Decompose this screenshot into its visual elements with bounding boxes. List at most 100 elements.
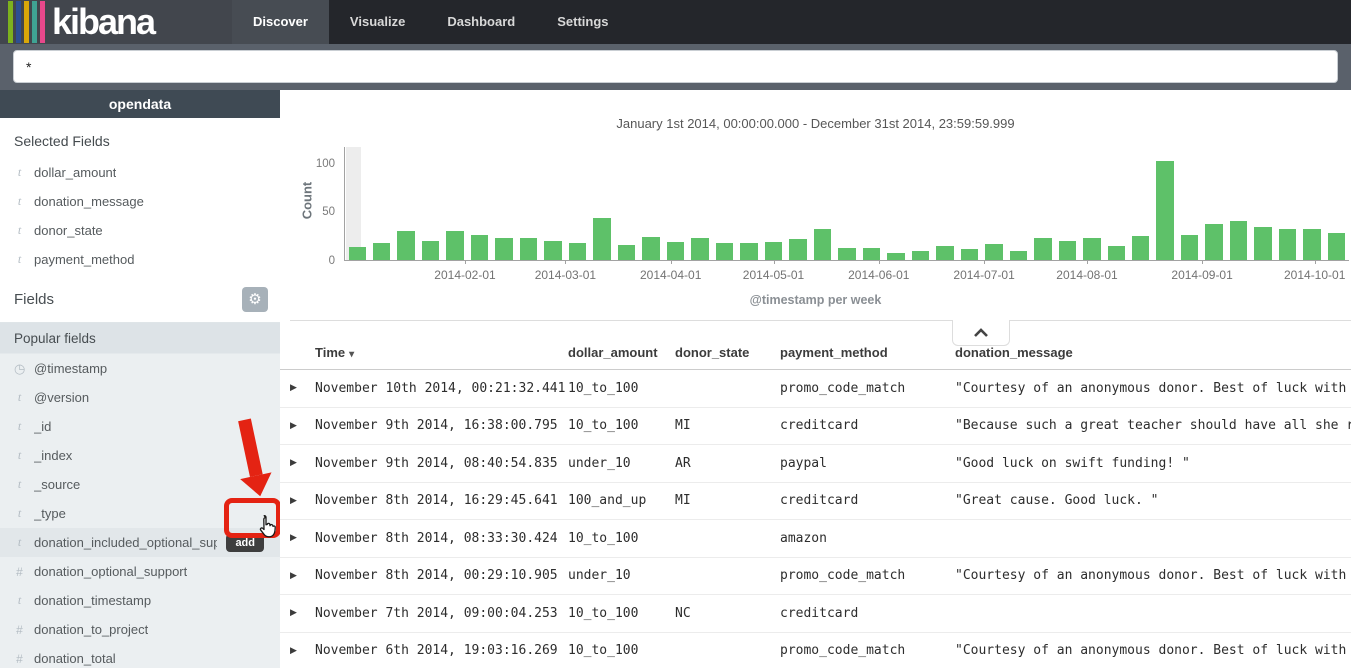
histogram-bar[interactable] — [373, 243, 390, 261]
table-row[interactable]: ▶ November 9th 2014, 16:38:00.795 10_to_… — [280, 408, 1351, 446]
histogram-bar[interactable] — [740, 243, 757, 261]
column-header-payment-method[interactable]: payment_method — [780, 345, 955, 360]
field-item-payment_method[interactable]: t payment_method — [0, 245, 280, 274]
histogram-bar[interactable] — [1254, 227, 1271, 260]
table-row[interactable]: ▶ November 8th 2014, 00:29:10.905 under_… — [280, 558, 1351, 596]
chevron-up-icon — [973, 328, 989, 337]
histogram-bar[interactable] — [544, 241, 561, 261]
string-field-icon: t — [14, 448, 25, 463]
histogram-bar[interactable] — [349, 247, 366, 260]
field-item-_source[interactable]: t _source — [0, 470, 280, 499]
column-header-donor-state[interactable]: donor_state — [675, 345, 780, 360]
string-field-icon: t — [14, 252, 25, 267]
histogram-bar[interactable] — [1156, 161, 1173, 260]
histogram-bar[interactable] — [1303, 229, 1320, 260]
histogram-bar[interactable] — [1328, 233, 1345, 260]
field-item-_type[interactable]: t _type — [0, 499, 280, 528]
column-header-dollar-amount[interactable]: dollar_amount — [568, 345, 675, 360]
field-settings-button[interactable]: ⚙ — [242, 287, 268, 312]
histogram-bar[interactable] — [716, 243, 733, 261]
nav-tab-visualize[interactable]: Visualize — [329, 0, 426, 44]
search-input[interactable] — [13, 50, 1338, 83]
field-item-_index[interactable]: t _index — [0, 441, 280, 470]
column-header-time[interactable]: Time▾ — [315, 345, 568, 360]
chart-title: January 1st 2014, 00:00:00.000 - Decembe… — [280, 116, 1351, 131]
index-pattern-header[interactable]: opendata — [0, 90, 280, 118]
histogram-bar[interactable] — [789, 239, 806, 260]
histogram-bar[interactable] — [1279, 229, 1296, 260]
x-axis-tick-mark — [879, 260, 880, 264]
field-item-dollar_amount[interactable]: t dollar_amount — [0, 158, 280, 187]
field-item-donation_timestamp[interactable]: t donation_timestamp — [0, 586, 280, 615]
expand-row-icon[interactable]: ▶ — [280, 421, 315, 431]
field-item-@version[interactable]: t @version — [0, 383, 280, 412]
histogram-bar[interactable] — [887, 253, 904, 260]
kibana-logo[interactable]: kibana — [0, 0, 232, 44]
histogram-bar[interactable] — [495, 238, 512, 260]
number-field-icon: # — [14, 565, 25, 579]
histogram-bar[interactable] — [1059, 241, 1076, 261]
nav-tab-discover[interactable]: Discover — [232, 0, 329, 44]
cell-time: November 10th 2014, 00:21:32.441 — [315, 381, 568, 396]
expand-row-icon[interactable]: ▶ — [280, 646, 315, 656]
histogram-bar[interactable] — [814, 229, 831, 260]
field-item-donation_total[interactable]: # donation_total — [0, 644, 280, 668]
histogram-bar[interactable] — [838, 248, 855, 260]
histogram-bar[interactable] — [1108, 246, 1125, 260]
field-item-_id[interactable]: t _id — [0, 412, 280, 441]
histogram-bar[interactable] — [446, 231, 463, 260]
histogram-bar[interactable] — [471, 235, 488, 260]
y-axis-tick: 100 — [316, 158, 335, 170]
table-row[interactable]: ▶ November 6th 2014, 19:03:16.269 10_to_… — [280, 633, 1351, 668]
histogram-bar[interactable] — [667, 242, 684, 261]
collapse-chart-button[interactable] — [952, 320, 1010, 346]
table-row[interactable]: ▶ November 9th 2014, 08:40:54.835 under_… — [280, 445, 1351, 483]
field-name: donor_state — [34, 223, 103, 238]
histogram-bar[interactable] — [1010, 251, 1027, 260]
expand-row-icon[interactable]: ▶ — [280, 496, 315, 506]
histogram-bar[interactable] — [912, 251, 929, 260]
histogram-bar[interactable] — [863, 248, 880, 260]
histogram-bar[interactable] — [520, 238, 537, 260]
x-axis-tick-mark — [984, 260, 985, 264]
sidebar: opendata Selected Fields t dollar_amount… — [0, 90, 280, 668]
histogram-bar[interactable] — [618, 245, 635, 260]
add-field-button[interactable]: add — [226, 534, 264, 552]
histogram-bar[interactable] — [985, 244, 1002, 260]
histogram-bar[interactable] — [765, 242, 782, 261]
expand-row-icon[interactable]: ▶ — [280, 571, 315, 581]
field-item-donation_message[interactable]: t donation_message — [0, 187, 280, 216]
histogram-bar[interactable] — [961, 249, 978, 260]
expand-row-icon[interactable]: ▶ — [280, 458, 315, 468]
nav-tab-settings[interactable]: Settings — [536, 0, 629, 44]
field-item-donation_included_optional_support[interactable]: t donation_included_optional_support add — [0, 528, 280, 557]
table-row[interactable]: ▶ November 8th 2014, 16:29:45.641 100_an… — [280, 483, 1351, 521]
histogram-bar[interactable] — [1034, 238, 1051, 260]
table-row[interactable]: ▶ November 7th 2014, 09:00:04.253 10_to_… — [280, 595, 1351, 633]
nav-tab-dashboard[interactable]: Dashboard — [426, 0, 536, 44]
histogram-bar[interactable] — [1205, 224, 1222, 260]
table-row[interactable]: ▶ November 8th 2014, 08:33:30.424 10_to_… — [280, 520, 1351, 558]
field-item-@timestamp[interactable]: ◷ @timestamp — [0, 354, 280, 383]
histogram-bar[interactable] — [1083, 238, 1100, 260]
field-item-donor_state[interactable]: t donor_state — [0, 216, 280, 245]
histogram-bar[interactable] — [1230, 221, 1247, 260]
histogram-bar[interactable] — [1181, 235, 1198, 260]
histogram-bar[interactable] — [593, 218, 610, 260]
histogram-bar[interactable] — [397, 231, 414, 260]
expand-row-icon[interactable]: ▶ — [280, 608, 315, 618]
histogram-bar[interactable] — [642, 237, 659, 260]
histogram-bar[interactable] — [1132, 236, 1149, 260]
histogram-bar[interactable] — [936, 246, 953, 260]
histogram-bar[interactable] — [422, 241, 439, 261]
main-nav: DiscoverVisualizeDashboardSettings — [232, 0, 630, 44]
histogram-bar[interactable] — [569, 243, 586, 261]
histogram-bar[interactable] — [691, 238, 708, 260]
expand-row-icon[interactable]: ▶ — [280, 533, 315, 543]
column-header-donation-message[interactable]: donation_message — [955, 345, 1351, 360]
expand-row-icon[interactable]: ▶ — [280, 383, 315, 393]
table-row[interactable]: ▶ November 10th 2014, 00:21:32.441 10_to… — [280, 370, 1351, 408]
field-name: @timestamp — [34, 361, 107, 376]
field-item-donation_to_project[interactable]: # donation_to_project — [0, 615, 280, 644]
field-item-donation_optional_support[interactable]: # donation_optional_support — [0, 557, 280, 586]
